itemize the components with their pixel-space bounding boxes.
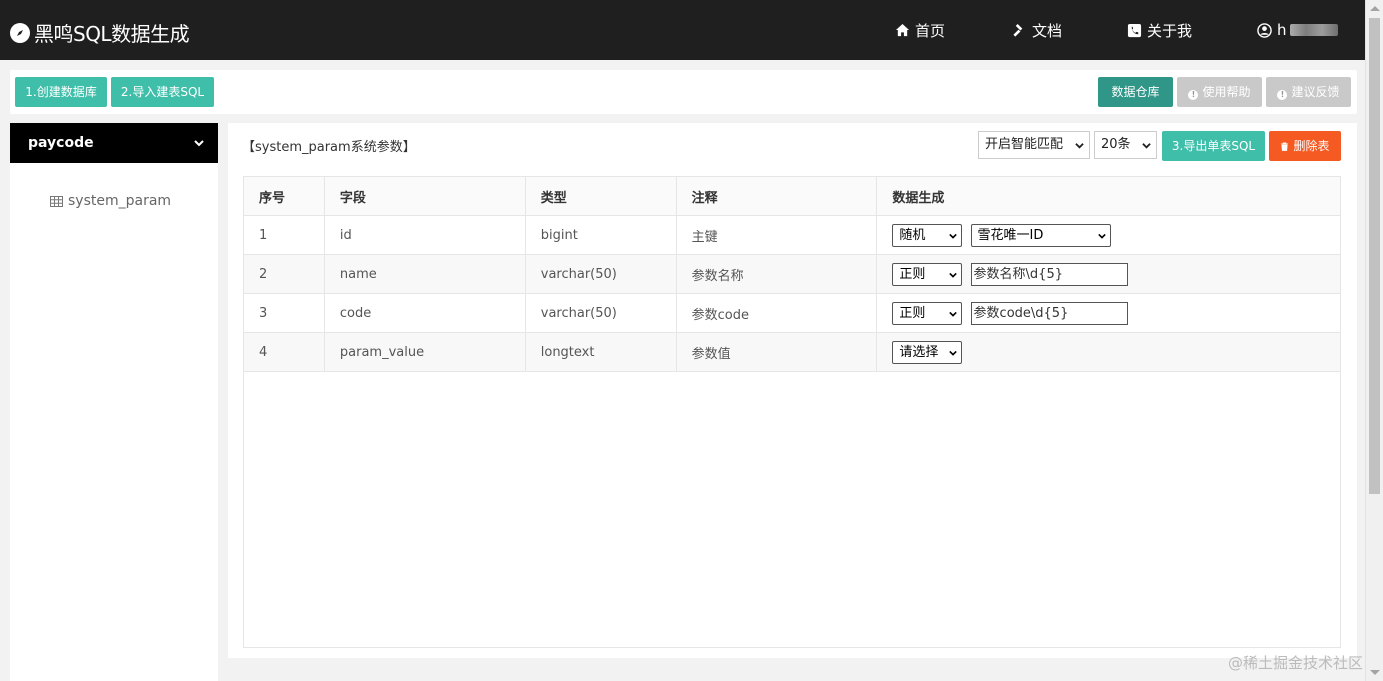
scrollbar-thumb[interactable] bbox=[1369, 18, 1380, 494]
generation-mode-select[interactable]: 随机 bbox=[892, 223, 963, 247]
brand-logo[interactable]: 黑鸣SQL数据生成 bbox=[10, 18, 190, 47]
delete-table-button[interactable]: 删除表 bbox=[1269, 131, 1341, 161]
info-icon: ! bbox=[1188, 90, 1199, 100]
col-header-type: 类型 bbox=[524, 176, 677, 216]
create-database-button[interactable]: 1.创建数据库 bbox=[15, 77, 107, 107]
table-row: 4 param_value longtext 参数值 请选择 bbox=[243, 332, 1341, 372]
cell-field: code bbox=[323, 293, 526, 333]
blurred-username bbox=[1289, 24, 1338, 36]
cell-type: varchar(50) bbox=[524, 254, 677, 294]
chevron-down-icon bbox=[1142, 143, 1151, 149]
generation-rule-input[interactable]: 参数名称\d{5} bbox=[970, 262, 1128, 286]
table-icon bbox=[50, 195, 63, 207]
cell-no: 2 bbox=[243, 254, 325, 294]
cell-comment: 参数code bbox=[675, 293, 878, 333]
top-header: 黑鸣SQL数据生成 首页 文档 关于我 h bbox=[0, 0, 1365, 60]
table-row: 3 code varchar(50) 参数code 正则 参数code\d{5} bbox=[243, 293, 1341, 333]
compass-icon bbox=[10, 22, 30, 43]
action-toolbar: 1.创建数据库 2.导入建表SQL 数据仓库 ! 使用帮助 ! 建议反馈 bbox=[10, 70, 1357, 114]
col-header-comment: 注释 bbox=[675, 176, 878, 216]
feedback-button[interactable]: ! 建议反馈 bbox=[1266, 77, 1351, 107]
sidebar-table-item[interactable]: system_param bbox=[50, 193, 171, 209]
cell-generation: 正则 参数名称\d{5} bbox=[876, 254, 1341, 294]
row-count-select[interactable]: 20条 bbox=[1094, 131, 1157, 159]
nav-about-label: 关于我 bbox=[1147, 21, 1193, 40]
row-count-value: 20条 bbox=[1101, 137, 1131, 152]
help-label: 使用帮助 bbox=[1202, 85, 1251, 99]
nav-user-label: h bbox=[1277, 21, 1287, 39]
generation-rule-select[interactable]: 雪花唯一ID bbox=[970, 223, 1111, 247]
generation-mode-select[interactable]: 请选择 bbox=[892, 340, 963, 364]
trash-icon bbox=[1281, 142, 1289, 151]
col-header-no: 序号 bbox=[243, 176, 325, 216]
export-sql-button[interactable]: 3.导出单表SQL bbox=[1162, 131, 1265, 161]
page-scrollbar[interactable] bbox=[1365, 0, 1383, 681]
mode-value: 正则 bbox=[899, 305, 926, 321]
cell-comment: 参数值 bbox=[675, 332, 878, 372]
cell-type: varchar(50) bbox=[524, 293, 677, 333]
nav-docs-label: 文档 bbox=[1032, 21, 1063, 40]
mode-value: 随机 bbox=[899, 227, 926, 243]
table-title: 【system_param系统参数】 bbox=[242, 140, 416, 155]
chevron-down-icon bbox=[1097, 233, 1106, 239]
cell-type: bigint bbox=[524, 215, 677, 255]
info-icon: ! bbox=[1277, 90, 1288, 100]
phone-icon bbox=[1127, 23, 1142, 37]
scroll-down-arrow-icon[interactable] bbox=[1370, 670, 1380, 675]
col-header-field: 字段 bbox=[323, 176, 526, 216]
chevron-down-icon bbox=[1075, 143, 1084, 149]
database-selector[interactable]: paycode bbox=[10, 123, 218, 163]
cell-type: longtext bbox=[524, 332, 677, 372]
cell-no: 4 bbox=[243, 332, 325, 372]
data-warehouse-button[interactable]: 数据仓库 bbox=[1098, 77, 1173, 107]
import-sql-button[interactable]: 2.导入建表SQL bbox=[111, 77, 214, 107]
nav-about[interactable]: 关于我 bbox=[1127, 0, 1192, 60]
cell-no: 1 bbox=[243, 215, 325, 255]
mode-value: 请选择 bbox=[899, 344, 939, 360]
mode-value: 正则 bbox=[899, 266, 926, 282]
cell-comment: 参数名称 bbox=[675, 254, 878, 294]
sidebar-table-label: system_param bbox=[68, 193, 172, 209]
nav-home-label: 首页 bbox=[915, 21, 946, 40]
table-header-row: 序号 字段 类型 注释 数据生成 bbox=[243, 176, 1341, 216]
table-row: 2 name varchar(50) 参数名称 正则 参数名称\d{5} bbox=[243, 254, 1341, 294]
smart-match-value: 开启智能匹配 bbox=[985, 137, 1064, 152]
home-icon bbox=[895, 23, 910, 36]
chevron-down-icon bbox=[949, 350, 958, 356]
scroll-up-arrow-icon[interactable] bbox=[1370, 6, 1380, 11]
col-header-generation: 数据生成 bbox=[876, 176, 1341, 216]
generation-rule-input[interactable]: 参数code\d{5} bbox=[970, 301, 1128, 325]
chevron-down-icon bbox=[949, 233, 958, 239]
nav-user[interactable]: h bbox=[1257, 0, 1338, 60]
cell-field: name bbox=[323, 254, 526, 294]
cell-field: param_value bbox=[323, 332, 526, 372]
cell-generation: 随机 雪花唯一ID bbox=[876, 215, 1341, 255]
help-button[interactable]: ! 使用帮助 bbox=[1177, 77, 1262, 107]
generation-mode-select[interactable]: 正则 bbox=[892, 262, 963, 286]
user-icon bbox=[1257, 22, 1272, 38]
brand-name: 黑鸣SQL数据生成 bbox=[34, 22, 190, 46]
cell-generation: 请选择 bbox=[876, 332, 1341, 372]
delete-table-label: 删除表 bbox=[1293, 139, 1330, 153]
nav-home[interactable]: 首页 bbox=[895, 0, 945, 60]
generation-mode-select[interactable]: 正则 bbox=[892, 301, 963, 325]
watermark: @稀土掘金技术社区 bbox=[1227, 654, 1363, 672]
table-detail-panel: 【system_param系统参数】 开启智能匹配 20条 3.导出单表SQL … bbox=[228, 123, 1357, 658]
database-sidebar: paycode system_param bbox=[10, 123, 218, 681]
field-table: 序号 字段 类型 注释 数据生成 1 id bigint 主键 随机 雪花唯一I… bbox=[243, 176, 1341, 372]
rule-value: 雪花唯一ID bbox=[977, 227, 1044, 243]
database-name: paycode bbox=[28, 135, 94, 151]
chevron-down-icon bbox=[949, 272, 958, 278]
cell-comment: 主键 bbox=[675, 215, 878, 255]
gavel-icon bbox=[1013, 23, 1023, 37]
cell-no: 3 bbox=[243, 293, 325, 333]
feedback-label: 建议反馈 bbox=[1291, 85, 1340, 99]
chevron-down-icon bbox=[194, 140, 204, 147]
cell-field: id bbox=[323, 215, 526, 255]
smart-match-select[interactable]: 开启智能匹配 bbox=[978, 131, 1090, 159]
cell-generation: 正则 参数code\d{5} bbox=[876, 293, 1341, 333]
chevron-down-icon bbox=[949, 311, 958, 317]
nav-docs[interactable]: 文档 bbox=[1012, 0, 1062, 60]
table-row: 1 id bigint 主键 随机 雪花唯一ID bbox=[243, 215, 1341, 255]
